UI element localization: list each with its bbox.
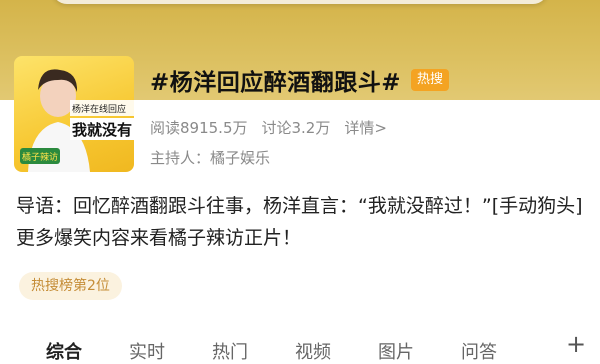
discussion-count: 讨论3.2万 — [261, 119, 331, 137]
topic-tabs: 综合 实时 热门 视频 图片 问答 — [0, 336, 600, 363]
search-bar[interactable] — [52, 0, 548, 4]
tab-realtime[interactable]: 实时 — [129, 338, 165, 364]
details-link[interactable]: 详情> — [344, 117, 387, 138]
topic-stats: 阅读8915.5万 讨论3.2万 详情> — [150, 117, 387, 138]
hot-badge: 热搜 — [411, 69, 450, 91]
tab-images[interactable]: 图片 — [378, 338, 414, 364]
tab-popular[interactable]: 热门 — [212, 338, 248, 364]
thumbnail-banner-line2: 我就没有 — [72, 121, 132, 139]
topic-host[interactable]: 主持人：橘子娱乐 — [150, 147, 270, 168]
topic-description: 导语：回忆醉酒翻跟斗往事，杨洋直言：“我就没醉过！”[手动狗头]更多爆笑内容来看… — [16, 195, 583, 249]
hot-rank-pill[interactable]: 热搜榜第2位 — [19, 272, 122, 300]
thumbnail-logo: 橘子辣访 — [22, 151, 58, 163]
topic-title-row: #杨洋回应醉酒翻跟斗# 热搜 — [150, 63, 450, 97]
tab-qa[interactable]: 问答 — [461, 338, 497, 364]
tab-video[interactable]: 视频 — [295, 338, 331, 364]
tab-comprehensive[interactable]: 综合 — [46, 338, 82, 364]
add-tab-plus-icon[interactable]: + — [566, 332, 586, 356]
thumbnail-banner-line1: 杨洋在线回应 — [72, 103, 126, 115]
thumbnail-illustration: 杨洋在线回应 我就没有 橘子辣访 — [20, 69, 134, 172]
topic-thumbnail[interactable]: 杨洋在线回应 我就没有 橘子辣访 — [14, 56, 134, 172]
topic-title[interactable]: #杨洋回应醉酒翻跟斗# — [150, 63, 401, 97]
read-count: 阅读8915.5万 — [150, 119, 248, 137]
